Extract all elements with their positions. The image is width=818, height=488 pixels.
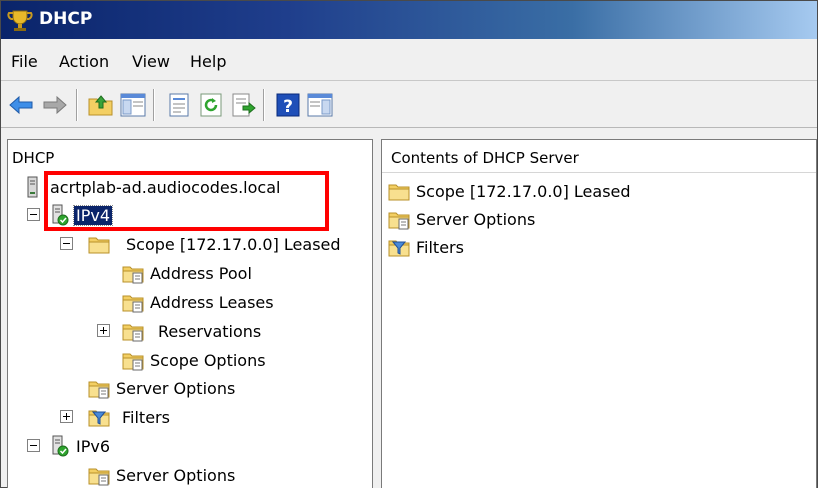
scope-folder-icon <box>88 233 110 255</box>
contents-column-header[interactable]: Contents of DHCP Server <box>382 140 816 173</box>
show-hide-tree-icon[interactable] <box>119 91 147 119</box>
dhcp-window: DHCP File Action View Help ? DHCP acrtpl… <box>0 0 818 488</box>
reservations-icon <box>122 320 144 342</box>
tree-node-label: Scope Options <box>150 350 266 370</box>
list-item-scope[interactable]: Scope [172.17.0.0] Leased <box>388 178 633 204</box>
tree-node-scope-options[interactable]: Scope Options <box>122 347 268 373</box>
menu-file[interactable]: File <box>11 52 38 71</box>
collapse-ipv6-toggle[interactable] <box>27 439 40 452</box>
export-list-icon[interactable] <box>229 91 257 119</box>
server-icon <box>22 176 44 198</box>
address-pool-icon <box>122 262 144 284</box>
dhcp-trophy-icon <box>7 10 33 31</box>
help-icon[interactable]: ? <box>274 91 302 119</box>
menu-view[interactable]: View <box>132 52 170 71</box>
scope-options-icon <box>122 349 144 371</box>
tree-node-reservations[interactable]: Reservations <box>122 318 263 344</box>
tree-root-label[interactable]: DHCP <box>12 149 54 167</box>
menu-bar: File Action View Help <box>1 41 817 81</box>
server-options-icon <box>88 464 110 486</box>
address-leases-icon <box>122 291 144 313</box>
menu-action[interactable]: Action <box>59 52 109 71</box>
show-hide-action-pane-icon[interactable] <box>306 91 334 119</box>
contents-pane[interactable]: Contents of DHCP Server Scope [172.17.0.… <box>381 139 817 488</box>
list-item-filters[interactable]: Filters <box>388 234 466 260</box>
list-item-label: Server Options <box>416 209 536 229</box>
contents-header-label: Contents of DHCP Server <box>391 149 579 167</box>
tree-node-label: Filters <box>122 407 170 427</box>
scope-folder-icon <box>388 180 410 202</box>
filters-icon <box>388 236 410 258</box>
list-item-label: Filters <box>416 237 464 257</box>
tree-node-label: Scope [172.17.0.0] Leased <box>126 234 341 254</box>
toolbar-separator <box>263 89 265 121</box>
title-bar[interactable]: DHCP <box>1 1 817 39</box>
pane-splitter[interactable] <box>373 139 381 488</box>
expand-reservations-toggle[interactable] <box>97 324 110 337</box>
expand-filters-toggle[interactable] <box>60 410 73 423</box>
server-options-icon <box>388 208 410 230</box>
tree-node-server-options[interactable]: Server Options <box>88 375 237 401</box>
tree-node-label: Server Options <box>116 465 236 485</box>
back-arrow-icon[interactable] <box>7 91 35 119</box>
toolbar-separator <box>76 89 78 121</box>
ipv6-node-icon <box>48 435 70 457</box>
svg-text:?: ? <box>283 97 293 117</box>
menu-help[interactable]: Help <box>190 52 226 71</box>
window-title: DHCP <box>39 9 93 29</box>
tree-node-filters[interactable]: Filters <box>88 404 172 430</box>
tree-node-address-pool[interactable]: Address Pool <box>122 260 254 286</box>
tree-node-ipv6-server-options[interactable]: Server Options <box>88 462 237 488</box>
collapse-ipv4-toggle[interactable] <box>27 208 40 221</box>
server-options-icon <box>88 377 110 399</box>
up-folder-icon[interactable] <box>87 91 115 119</box>
collapse-scope-toggle[interactable] <box>60 237 73 250</box>
tree-node-label: Address Pool <box>150 263 252 283</box>
filters-icon <box>88 406 110 428</box>
annotation-highlight-box <box>44 171 329 231</box>
refresh-icon[interactable] <box>197 91 225 119</box>
tree-node-ipv6[interactable]: IPv6 <box>48 433 112 459</box>
list-item-label: Scope [172.17.0.0] Leased <box>416 181 631 201</box>
list-item-server-options[interactable]: Server Options <box>388 206 537 232</box>
tree-node-label: Address Leases <box>150 292 274 312</box>
toolbar: ? <box>1 82 817 128</box>
properties-icon[interactable] <box>165 91 193 119</box>
toolbar-separator <box>153 89 155 121</box>
tree-node-label: Server Options <box>116 378 236 398</box>
tree-node-label: IPv6 <box>76 436 111 456</box>
tree-node-label: Reservations <box>158 321 262 341</box>
forward-arrow-icon[interactable] <box>41 91 69 119</box>
tree-node-address-leases[interactable]: Address Leases <box>122 289 276 315</box>
tree-node-scope[interactable]: Scope [172.17.0.0] Leased <box>88 231 343 257</box>
